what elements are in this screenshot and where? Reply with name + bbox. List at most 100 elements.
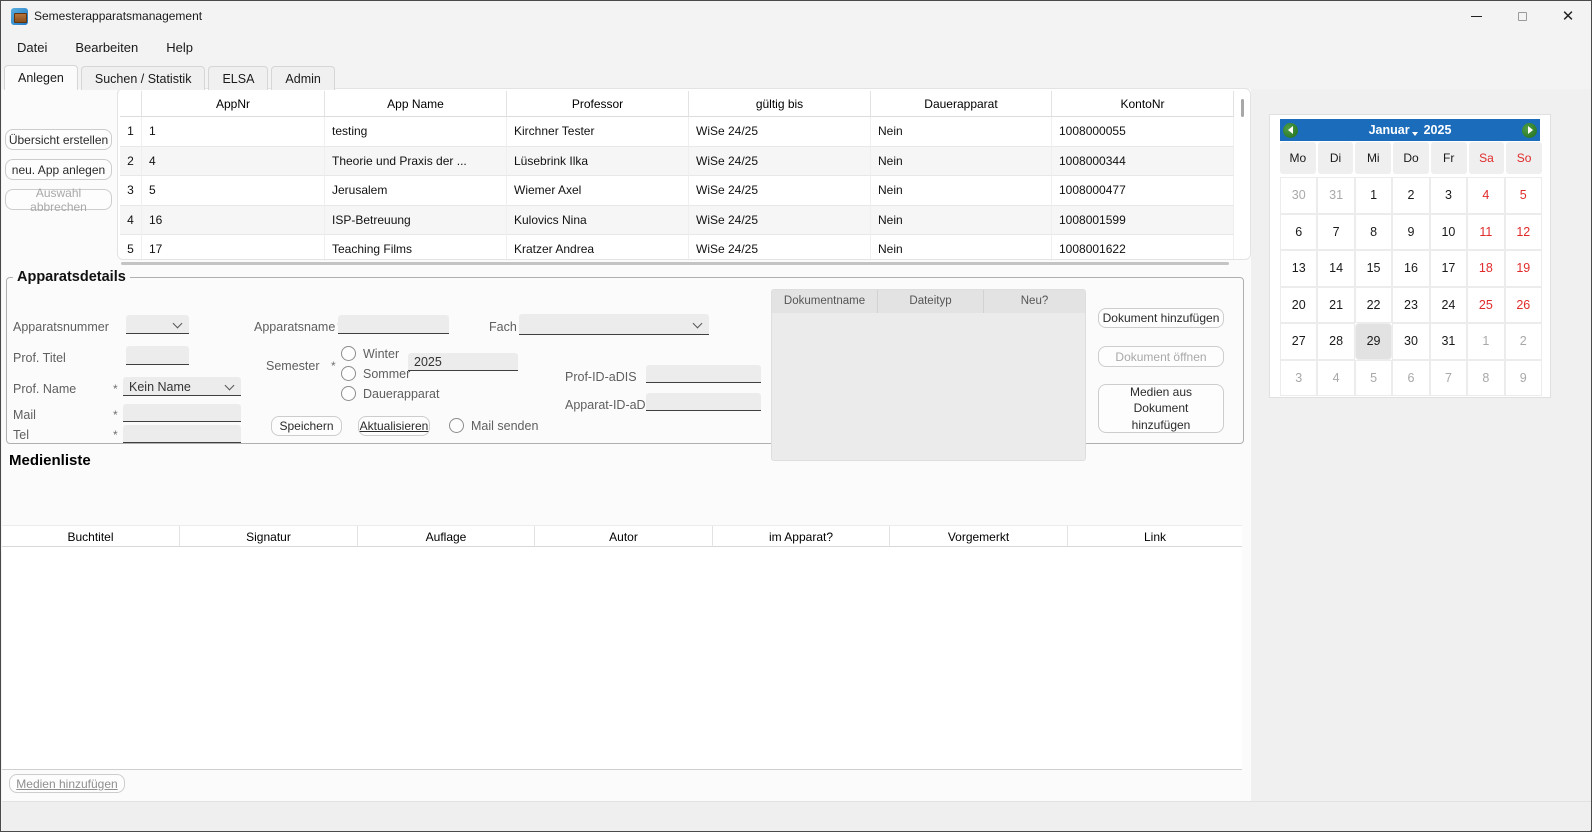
- calendar-day[interactable]: 25: [1467, 287, 1504, 324]
- calendar-day[interactable]: 1: [1467, 323, 1504, 360]
- calendar-day[interactable]: 11: [1467, 214, 1504, 251]
- calendar-day[interactable]: 19: [1505, 250, 1542, 287]
- calendar-day[interactable]: 7: [1430, 360, 1467, 397]
- header-kontonr[interactable]: KontoNr: [1052, 91, 1234, 117]
- header-professor[interactable]: Professor: [507, 91, 689, 117]
- table-horizontal-scrollbar[interactable]: [121, 262, 1229, 265]
- apparatsname-field[interactable]: [338, 315, 449, 334]
- calendar-day[interactable]: 12: [1505, 214, 1542, 251]
- header-dateityp[interactable]: Dateityp: [878, 290, 984, 313]
- tab-elsa[interactable]: ELSA: [208, 66, 268, 90]
- speichern-button[interactable]: Speichern: [271, 416, 342, 436]
- header-vorgemerkt[interactable]: Vorgemerkt: [890, 526, 1068, 547]
- sommer-radio[interactable]: [341, 366, 356, 381]
- header-link[interactable]: Link: [1068, 526, 1242, 547]
- table-row[interactable]: 3 5 Jerusalem Wiemer Axel WiSe 24/25 Nei…: [120, 176, 1234, 206]
- header-neu[interactable]: Neu?: [984, 290, 1085, 313]
- calendar-next-button[interactable]: [1522, 123, 1537, 138]
- calendar-day[interactable]: 7: [1317, 214, 1354, 251]
- calendar-day[interactable]: 26: [1505, 287, 1542, 324]
- calendar-day[interactable]: 6: [1392, 360, 1429, 397]
- calendar-day[interactable]: 24: [1430, 287, 1467, 324]
- header-signatur[interactable]: Signatur: [180, 526, 358, 547]
- calendar-day[interactable]: 15: [1355, 250, 1392, 287]
- prof-titel-field[interactable]: [126, 346, 189, 365]
- calendar-day[interactable]: 4: [1317, 360, 1354, 397]
- header-dauerapparat[interactable]: Dauerapparat: [871, 91, 1052, 117]
- calendar-day[interactable]: 8: [1355, 214, 1392, 251]
- calendar-day[interactable]: 16: [1392, 250, 1429, 287]
- calendar-day[interactable]: 18: [1467, 250, 1504, 287]
- medien-hinzufuegen-button[interactable]: Medien hinzufügen: [9, 774, 125, 793]
- resize-grip[interactable]: [1583, 823, 1586, 826]
- dokument-oeffnen-button[interactable]: Dokument öffnen: [1098, 346, 1224, 367]
- minimize-button[interactable]: [1453, 1, 1499, 31]
- header-dokumentname[interactable]: Dokumentname: [772, 290, 878, 313]
- calendar-month[interactable]: Januar: [1369, 123, 1410, 137]
- calendar-day[interactable]: 27: [1280, 323, 1317, 360]
- calendar-day[interactable]: 21: [1317, 287, 1354, 324]
- calendar-day[interactable]: 5: [1355, 360, 1392, 397]
- calendar-day[interactable]: 17: [1430, 250, 1467, 287]
- menu-datei[interactable]: Datei: [17, 40, 47, 55]
- header-app-name[interactable]: App Name: [325, 91, 507, 117]
- calendar-year[interactable]: 2025: [1424, 123, 1452, 137]
- calendar-day[interactable]: 31: [1317, 177, 1354, 214]
- calendar-day[interactable]: 2: [1392, 177, 1429, 214]
- calendar-day[interactable]: 8: [1467, 360, 1504, 397]
- dauerapparat-radio[interactable]: [341, 386, 356, 401]
- tab-admin[interactable]: Admin: [271, 66, 334, 90]
- header-appnr[interactable]: AppNr: [142, 91, 325, 117]
- calendar-day[interactable]: 28: [1317, 323, 1354, 360]
- calendar-day[interactable]: 31: [1430, 323, 1467, 360]
- medien-aus-dokument-button[interactable]: Medien aus Dokument hinzufügen: [1098, 384, 1224, 433]
- uebersicht-erstellen-button[interactable]: Übersicht erstellen: [5, 129, 112, 150]
- calendar-day[interactable]: 10: [1430, 214, 1467, 251]
- calendar-day[interactable]: 3: [1280, 360, 1317, 397]
- header-buchtitel[interactable]: Buchtitel: [2, 526, 180, 547]
- auswahl-abbrechen-button[interactable]: Auswahl abbrechen: [5, 189, 112, 210]
- prof-id-adis-field[interactable]: [646, 365, 761, 383]
- calendar-title[interactable]: Januar 2025: [1301, 123, 1519, 137]
- dokument-hinzufuegen-button[interactable]: Dokument hinzufügen: [1098, 308, 1224, 328]
- prof-name-dropdown[interactable]: Kein Name: [123, 377, 241, 396]
- calendar-day[interactable]: 20: [1280, 287, 1317, 324]
- table-row[interactable]: 2 4 Theorie und Praxis der ... Lüsebrink…: [120, 147, 1234, 177]
- calendar-day[interactable]: 1: [1355, 177, 1392, 214]
- maximize-button[interactable]: [1499, 1, 1545, 31]
- mail-field[interactable]: [123, 404, 241, 422]
- table-row[interactable]: 4 16 ISP-Betreuung Kulovics Nina WiSe 24…: [120, 206, 1234, 236]
- neu-app-anlegen-button[interactable]: neu. App anlegen: [5, 159, 112, 180]
- calendar-day[interactable]: 22: [1355, 287, 1392, 324]
- fach-dropdown[interactable]: [519, 314, 709, 335]
- winter-radio[interactable]: [341, 346, 356, 361]
- calendar-day[interactable]: 3: [1430, 177, 1467, 214]
- menu-help[interactable]: Help: [166, 40, 193, 55]
- tab-suchen-statistik[interactable]: Suchen / Statistik: [81, 66, 206, 90]
- year-field[interactable]: 2025: [408, 353, 518, 371]
- close-button[interactable]: ✕: [1545, 1, 1591, 31]
- apparatsnummer-dropdown[interactable]: [126, 315, 189, 334]
- header-im-apparat[interactable]: im Apparat?: [713, 526, 890, 547]
- table-vertical-scrollbar[interactable]: [1241, 99, 1244, 117]
- calendar-day[interactable]: 23: [1392, 287, 1429, 324]
- calendar-day[interactable]: 9: [1392, 214, 1429, 251]
- header-auflage[interactable]: Auflage: [358, 526, 535, 547]
- calendar-day[interactable]: 13: [1280, 250, 1317, 287]
- header-autor[interactable]: Autor: [535, 526, 713, 547]
- calendar-day[interactable]: 4: [1467, 177, 1504, 214]
- header-gueltig-bis[interactable]: gültig bis: [689, 91, 871, 117]
- mail-senden-checkbox[interactable]: [449, 418, 464, 433]
- calendar-day-selected[interactable]: 29: [1355, 323, 1392, 360]
- calendar-prev-button[interactable]: [1283, 123, 1298, 138]
- calendar-day[interactable]: 2: [1505, 323, 1542, 360]
- calendar-day[interactable]: 14: [1317, 250, 1354, 287]
- table-row[interactable]: 1 1 testing Kirchner Tester WiSe 24/25 N…: [120, 117, 1234, 147]
- calendar-day[interactable]: 9: [1505, 360, 1542, 397]
- menu-bearbeiten[interactable]: Bearbeiten: [75, 40, 138, 55]
- calendar-day[interactable]: 5: [1505, 177, 1542, 214]
- aktualisieren-button[interactable]: Aktualisieren: [358, 416, 430, 436]
- calendar-day[interactable]: 30: [1392, 323, 1429, 360]
- tab-anlegen[interactable]: Anlegen: [4, 65, 78, 90]
- tel-field[interactable]: [123, 425, 241, 443]
